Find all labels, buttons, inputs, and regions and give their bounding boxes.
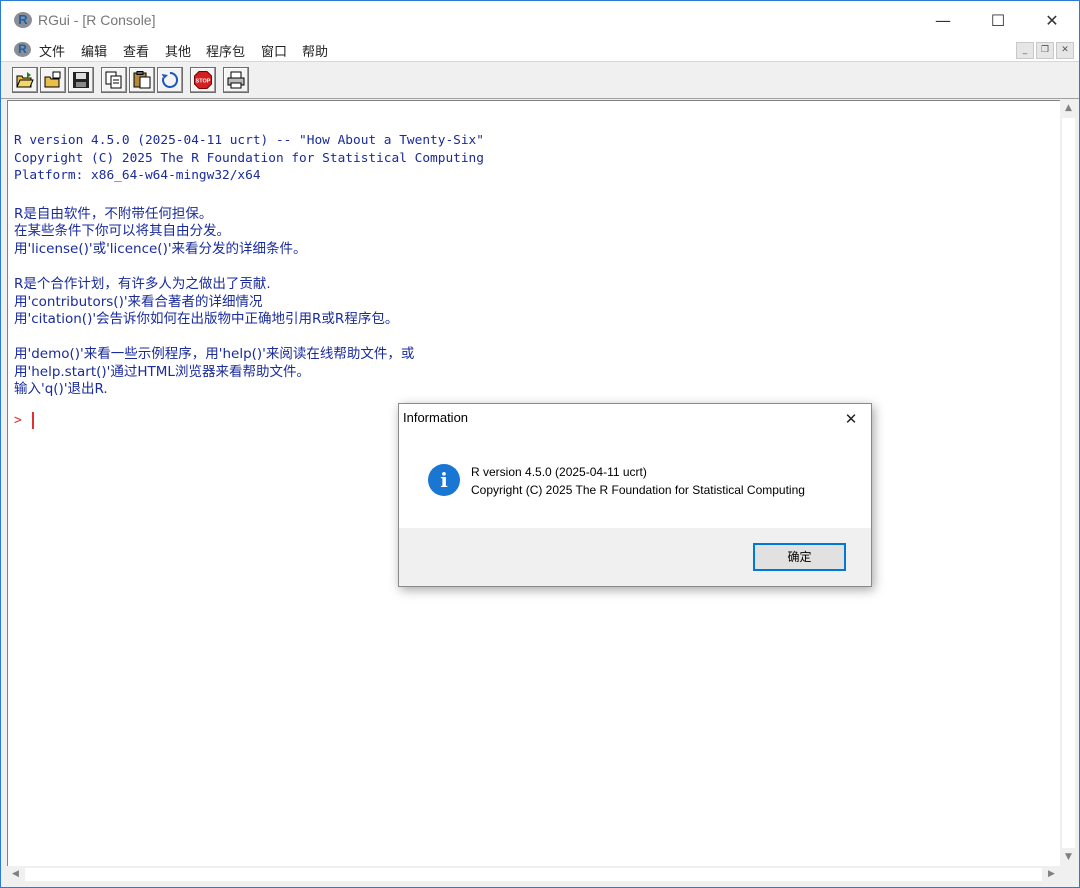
copy-icon: [105, 71, 122, 89]
mdi-close-button[interactable]: ✕: [1056, 42, 1074, 59]
console-line-copyright: Copyright (C) 2025 The R Foundation for …: [14, 151, 484, 166]
scroll-up-icon[interactable]: ▲: [1060, 100, 1077, 117]
open-script-button[interactable]: [12, 67, 38, 93]
console-line: 用'license()'或'licence()'来看分发的详细条件。: [14, 241, 307, 257]
paste-icon: [133, 71, 151, 89]
console-line: R是个合作计划，有许多人为之做出了贡献.: [14, 276, 271, 292]
text-cursor: [32, 412, 34, 429]
console-prompt: >: [14, 413, 22, 428]
save-button[interactable]: [68, 67, 94, 93]
scroll-down-icon[interactable]: ▼: [1060, 849, 1077, 866]
paste-button[interactable]: [129, 67, 155, 93]
open-script-icon: [16, 72, 34, 88]
console-line: 用'citation()'会告诉你如何在出版物中正确地引用R或R程序包。: [14, 311, 399, 327]
dialog-message-copyright: Copyright (C) 2025 The R Foundation for …: [471, 483, 805, 497]
vertical-scrollbar[interactable]: ▲ ▼: [1060, 100, 1077, 866]
mdi-restore-button[interactable]: ❐: [1036, 42, 1054, 59]
horizontal-scroll-thumb[interactable]: [25, 868, 1042, 881]
size-grip: [1060, 866, 1077, 883]
console-line: 输入'q()'退出R.: [14, 381, 108, 397]
copy-button[interactable]: [101, 67, 127, 93]
dialog-footer: 确定: [399, 528, 871, 586]
stop-icon-label: STOP: [196, 79, 211, 85]
menu-misc[interactable]: 其他: [165, 41, 191, 60]
menu-view[interactable]: 查看: [123, 41, 149, 60]
horizontal-scrollbar[interactable]: ◀ ▶: [7, 866, 1060, 883]
refresh-button[interactable]: [157, 67, 183, 93]
title-bar: R RGui - [R Console] — ☐ ✕: [1, 1, 1079, 39]
r-console-system-icon[interactable]: R: [14, 42, 31, 57]
menu-packages[interactable]: 程序包: [206, 41, 245, 60]
ok-button[interactable]: 确定: [753, 543, 846, 571]
information-dialog: Information ✕ i R version 4.5.0 (2025-04…: [398, 403, 872, 587]
close-window-button[interactable]: ✕: [1029, 7, 1075, 35]
mdi-minimize-button[interactable]: _: [1016, 42, 1034, 59]
dialog-message-version: R version 4.5.0 (2025-04-11 ucrt): [471, 465, 647, 479]
stop-button[interactable]: STOP: [190, 67, 216, 93]
load-workspace-button[interactable]: [40, 67, 66, 93]
print-button[interactable]: [223, 67, 249, 93]
console-line-version: R version 4.5.0 (2025-04-11 ucrt) -- "Ho…: [14, 133, 484, 148]
menu-windows[interactable]: 窗口: [261, 41, 287, 60]
maximize-button[interactable]: ☐: [975, 7, 1021, 35]
menu-bar: R 文件 编辑 查看 其他 程序包 窗口 帮助 _ ❐ ✕: [1, 39, 1079, 61]
info-icon: i: [428, 464, 460, 496]
refresh-icon: [161, 71, 179, 88]
console-line-platform: Platform: x86_64-w64-mingw32/x64: [14, 168, 261, 183]
menu-help[interactable]: 帮助: [302, 41, 328, 60]
scroll-right-icon[interactable]: ▶: [1043, 866, 1060, 883]
dialog-title: Information: [403, 410, 469, 425]
print-icon: [227, 71, 245, 89]
console-line: 在某些条件下你可以将其自由分发。: [14, 223, 230, 239]
dialog-close-button[interactable]: ✕: [834, 405, 868, 433]
menu-file[interactable]: 文件: [39, 41, 65, 60]
save-icon: [73, 72, 89, 88]
console-line: 用'demo()'来看一些示例程序，用'help()'来阅读在线帮助文件，或: [14, 346, 415, 362]
scroll-left-icon[interactable]: ◀: [7, 866, 24, 883]
r-logo-icon: R: [14, 12, 32, 28]
stop-icon: STOP: [194, 71, 212, 89]
vertical-scroll-thumb[interactable]: [1062, 118, 1075, 848]
toolbar: STOP: [1, 61, 1079, 99]
window-title: RGui - [R Console]: [38, 12, 156, 28]
minimize-button[interactable]: —: [920, 7, 966, 35]
load-workspace-icon: [44, 71, 61, 88]
menu-edit[interactable]: 编辑: [81, 41, 107, 60]
